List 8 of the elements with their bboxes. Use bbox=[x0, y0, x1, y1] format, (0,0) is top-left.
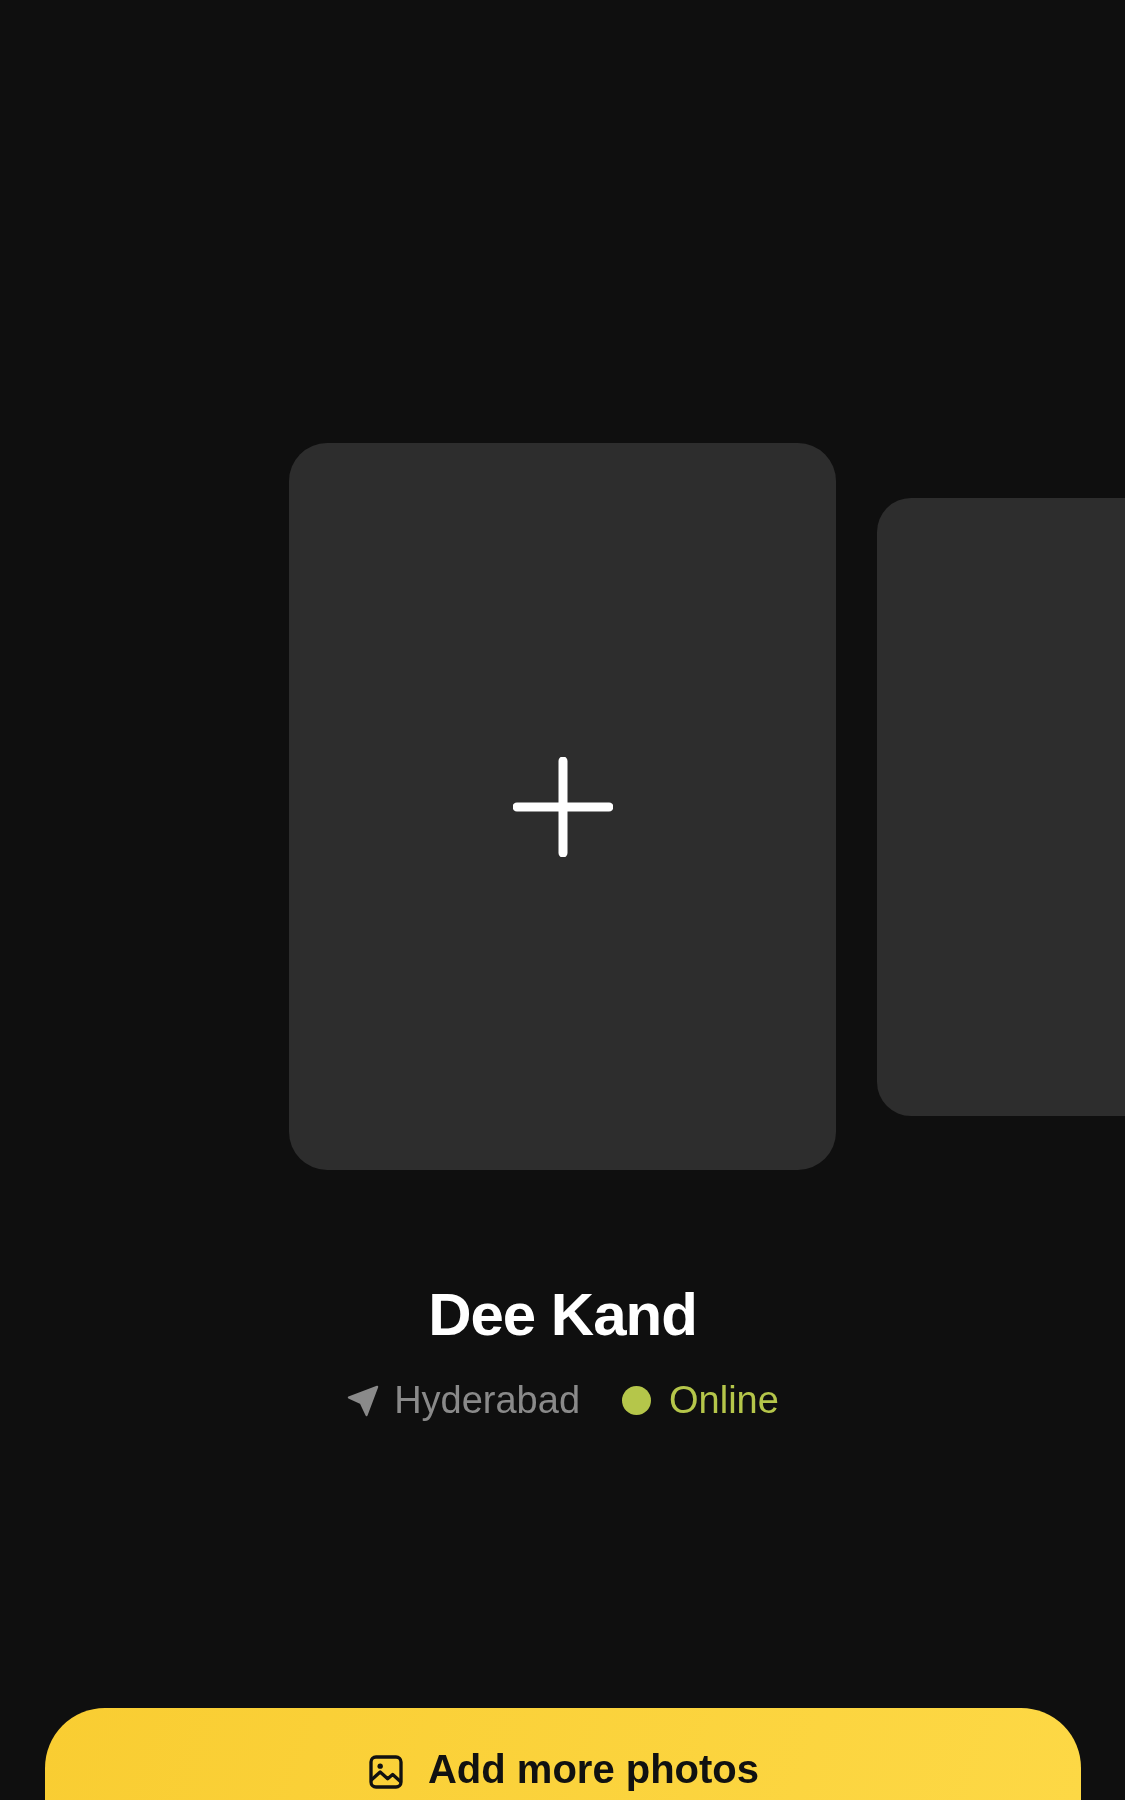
photo-card[interactable] bbox=[877, 497, 1125, 1116]
location-text: Hyderabad bbox=[394, 1379, 581, 1422]
plus-icon bbox=[512, 756, 613, 857]
location-arrow-icon bbox=[346, 1383, 381, 1418]
add-photos-button[interactable]: Add more photos bbox=[44, 1708, 1081, 1800]
profile-name: Dee Kand bbox=[428, 1280, 697, 1349]
status-text: Online bbox=[669, 1379, 779, 1422]
add-photo-card[interactable] bbox=[289, 443, 836, 1170]
